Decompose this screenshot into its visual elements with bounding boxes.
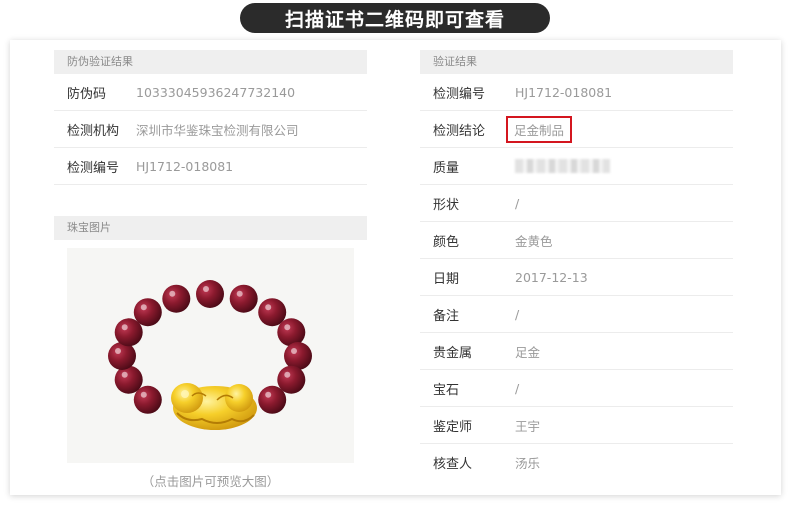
value-shape: /: [515, 195, 520, 211]
value-test-number: HJ1712-018081: [515, 84, 613, 100]
label-shape: 形状: [433, 197, 460, 213]
row-reviewer: 核查人 汤乐: [420, 444, 733, 481]
jewelry-photo[interactable]: [67, 248, 354, 463]
jewelry-photo-section: 珠宝图片 （点击图片可预览大图）: [54, 216, 367, 490]
garnet-bead: [277, 318, 306, 347]
label-precious-metal: 贵金属: [433, 345, 473, 361]
row-precious-metal: 贵金属 足金: [420, 333, 733, 370]
verification-header: 验证结果: [420, 50, 733, 74]
value-date: 2017-12-13: [515, 269, 588, 285]
label-gemstone: 宝石: [433, 382, 460, 398]
bead-highlight: [236, 290, 243, 297]
row-date: 日期 2017-12-13: [420, 259, 733, 296]
label-remarks: 备注: [433, 308, 460, 324]
row-test-number: 检测编号 HJ1712-018081: [420, 74, 733, 111]
garnet-bead: [133, 298, 162, 327]
label-test-number: 检测编号: [433, 86, 486, 102]
garnet-bead: [196, 280, 224, 308]
bead-highlight: [284, 324, 291, 331]
label-appraiser: 鉴定师: [433, 419, 473, 435]
bead-highlight: [140, 304, 147, 311]
bead-highlight: [121, 371, 128, 378]
row-test-number: 检测编号 HJ1712-018081: [54, 148, 367, 185]
garnet-bead: [162, 284, 191, 313]
garnet-bead: [229, 284, 258, 313]
garnet-bead: [258, 385, 287, 414]
row-shape: 形状 /: [420, 185, 733, 222]
label-date: 日期: [433, 271, 460, 287]
photo-preview-caption[interactable]: （点击图片可预览大图）: [54, 471, 367, 490]
anti-counterfeit-panel: 防伪验证结果 防伪码 10333045936247732140 检测机构 深圳市…: [54, 50, 367, 185]
value-testing-agency: 深圳市华鉴珠宝检测有限公司: [136, 122, 299, 138]
value-anti-counterfeit-code: 10333045936247732140: [136, 84, 296, 100]
bead-highlight: [169, 290, 176, 297]
row-weight: 质量: [420, 148, 733, 185]
verification-panel: 验证结果 检测编号 HJ1712-018081 检测结论 足金制品 质量 形状 …: [420, 50, 733, 481]
label-test-number: 检测编号: [67, 160, 120, 176]
bead-highlight: [115, 348, 121, 354]
row-gemstone: 宝石 /: [420, 370, 733, 407]
value-reviewer: 汤乐: [515, 456, 541, 471]
bead-highlight: [121, 324, 128, 331]
label-weight: 质量: [433, 160, 460, 176]
bead-highlight: [265, 391, 272, 398]
value-test-conclusion-highlighted: 足金制品: [506, 115, 573, 143]
row-color: 颜色 金黄色: [420, 222, 733, 259]
garnet-bead: [284, 342, 312, 370]
row-testing-agency: 检测机构 深圳市华鉴珠宝检测有限公司: [54, 111, 367, 148]
label-reviewer: 核查人: [433, 457, 473, 472]
value-remarks: /: [515, 306, 520, 322]
garnet-bead: [108, 342, 136, 370]
label-anti-counterfeit-code: 防伪码: [67, 86, 107, 102]
value-precious-metal: 足金: [515, 344, 541, 360]
value-test-number: HJ1712-018081: [136, 158, 234, 174]
garnet-bead: [114, 365, 143, 394]
bead-highlight: [291, 348, 297, 354]
bracelet-image[interactable]: [67, 248, 354, 463]
bead-highlight: [284, 371, 291, 378]
label-testing-agency: 检测机构: [67, 123, 120, 139]
bead-highlight: [265, 304, 272, 311]
value-weight-redacted: [515, 159, 610, 173]
anti-counterfeit-header: 防伪验证结果: [54, 50, 367, 74]
row-appraiser: 鉴定师 王宇: [420, 407, 733, 444]
value-gemstone: /: [515, 380, 520, 396]
label-test-conclusion: 检测结论: [433, 123, 486, 139]
gold-pixiu-charm: [171, 383, 257, 430]
jewelry-photo-header: 珠宝图片: [54, 216, 367, 240]
row-remarks: 备注 /: [420, 296, 733, 333]
row-test-conclusion: 检测结论 足金制品: [420, 111, 733, 148]
value-color: 金黄色: [515, 233, 553, 249]
bead-highlight: [140, 391, 147, 398]
value-appraiser: 王宇: [515, 418, 541, 434]
row-anti-counterfeit-code: 防伪码 10333045936247732140: [54, 74, 367, 111]
bead-highlight: [203, 286, 209, 292]
instruction-banner: 扫描证书二维码即可查看: [240, 3, 550, 33]
label-color: 颜色: [433, 234, 460, 250]
